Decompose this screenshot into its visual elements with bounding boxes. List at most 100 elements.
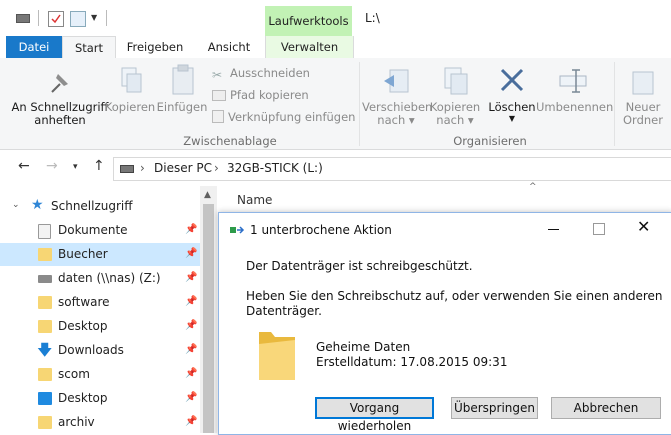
cut-button[interactable]: ✂ Ausschneiden <box>212 65 310 82</box>
path-icon <box>212 90 226 101</box>
nav-item-desktop-2[interactable]: Desktop 📌 <box>0 387 200 410</box>
recent-chevron-down-icon[interactable]: ▾ <box>73 162 78 172</box>
move-to-icon[interactable] <box>382 66 412 96</box>
folder-icon <box>255 326 299 384</box>
rename-icon[interactable] <box>558 66 588 94</box>
scroll-up-arrow-icon[interactable]: ▲ <box>204 190 211 200</box>
navigation-pane: ⌄ ★ Schnellzugriff Dokumente 📌 Buecher 📌… <box>0 186 200 433</box>
close-icon[interactable]: ✕ <box>637 217 650 236</box>
nav-item-label: archiv <box>58 415 95 429</box>
breadcrumb-separator: › <box>140 161 145 175</box>
dialog-instruction-2: Datenträger. <box>246 304 322 318</box>
network-drive-icon <box>38 275 52 283</box>
delete-dropdown-icon[interactable]: ▼ <box>486 112 538 125</box>
folder-icon <box>38 248 52 261</box>
nav-item-label: Downloads <box>58 343 124 357</box>
nav-item-buecher[interactable]: Buecher 📌 <box>0 243 200 266</box>
breadcrumb-this-pc[interactable]: Dieser PC <box>154 161 212 175</box>
forward-arrow-icon[interactable]: → <box>46 158 58 174</box>
copy-to-label-2-text: nach <box>436 113 465 127</box>
new-folder-icon[interactable] <box>70 11 86 27</box>
pin-icon[interactable] <box>44 66 76 98</box>
skip-button[interactable]: Überspringen <box>451 397 538 419</box>
nav-item-downloads[interactable]: 🡇 Downloads 📌 <box>0 339 200 362</box>
drive-icon <box>120 165 134 173</box>
download-arrow-icon: 🡇 <box>37 341 53 359</box>
column-name-header[interactable]: Name <box>237 193 272 207</box>
chevron-down-icon[interactable]: ⌄ <box>12 200 20 210</box>
up-arrow-icon[interactable]: ↑ <box>93 158 105 174</box>
paste-icon[interactable] <box>170 64 196 96</box>
copy-path-button[interactable]: Pfad kopieren <box>212 87 309 103</box>
pin-icon[interactable]: 📌 <box>185 416 197 427</box>
contextual-tab-label: Laufwerktools <box>268 14 349 28</box>
pin-icon[interactable]: 📌 <box>185 224 197 235</box>
paste-shortcut-button[interactable]: Verknüpfung einfügen <box>212 109 355 125</box>
nav-item-label: scom <box>58 367 90 381</box>
copy-progress-icon <box>229 223 245 237</box>
dialog-instruction: Heben Sie den Schreibschutz auf, oder ve… <box>246 289 663 303</box>
group-organize-label: Organisieren <box>453 134 527 148</box>
ribbon: An Schnellzugriff anheften Kopieren Einf… <box>0 58 671 150</box>
dialog-message: Der Datenträger ist schreibgeschützt. <box>246 259 473 273</box>
pin-icon[interactable]: 📌 <box>185 320 197 331</box>
move-to-label-2[interactable]: nach ▾ <box>362 114 430 127</box>
separator <box>38 10 39 26</box>
copy-to-icon[interactable] <box>441 66 471 96</box>
pin-quick-access-label-2[interactable]: anheften <box>10 114 110 127</box>
star-icon: ★ <box>31 197 44 213</box>
group-separator <box>614 62 615 146</box>
tab-freigeben[interactable]: Freigeben <box>120 36 190 58</box>
copy-label[interactable]: Kopieren <box>104 101 156 114</box>
tab-verwalten[interactable]: Verwalten <box>265 36 354 58</box>
address-box[interactable]: › Dieser PC › 32GB-STICK (L:) <box>113 157 671 181</box>
pin-icon[interactable]: 📌 <box>185 368 197 379</box>
nav-item-software[interactable]: software 📌 <box>0 291 200 314</box>
paste-label[interactable]: Einfügen <box>156 101 208 114</box>
breadcrumb-drive[interactable]: 32GB-STICK (L:) <box>227 161 323 175</box>
nav-item-label: Desktop <box>58 319 108 333</box>
paste-shortcut-label: Verknüpfung einfügen <box>228 110 356 124</box>
nav-item-archiv[interactable]: archiv 📌 <box>0 411 200 434</box>
nav-item-label: Desktop <box>58 391 108 405</box>
nav-item-desktop[interactable]: Desktop 📌 <box>0 315 200 338</box>
pin-icon[interactable]: 📌 <box>185 344 197 355</box>
contextual-tab-group: Laufwerktools <box>265 6 352 36</box>
retry-button[interactable]: Vorgang wiederholen <box>315 397 434 433</box>
pin-icon[interactable]: 📌 <box>185 296 197 307</box>
pin-icon[interactable]: 📌 <box>185 248 197 259</box>
group-clipboard-label: Zwischenablage <box>183 134 277 148</box>
chevron-down-icon[interactable]: ▼ <box>91 13 105 27</box>
back-arrow-icon[interactable]: ← <box>18 158 30 174</box>
copy-icon[interactable] <box>118 66 144 96</box>
folder-icon <box>38 368 52 381</box>
pin-icon[interactable]: 📌 <box>185 272 197 283</box>
scroll-thumb[interactable] <box>203 204 214 433</box>
shortcut-icon <box>212 110 224 123</box>
nav-quick-access[interactable]: ⌄ ★ Schnellzugriff <box>0 195 200 218</box>
separator <box>106 10 107 26</box>
nav-scrollbar[interactable]: ▲ <box>200 186 217 433</box>
cancel-button[interactable]: Abbrechen <box>551 397 661 419</box>
tab-datei[interactable]: Datei <box>6 36 62 58</box>
nav-item-daten[interactable]: daten (\\nas) (Z:) 📌 <box>0 267 200 290</box>
copy-to-label-2[interactable]: nach ▾ <box>426 114 484 127</box>
delete-icon[interactable] <box>498 66 526 94</box>
nav-item-label: Buecher <box>58 247 108 261</box>
rename-label[interactable]: Umbenennen <box>536 101 613 114</box>
desktop-icon <box>38 392 52 405</box>
breadcrumb-separator: › <box>214 161 219 175</box>
nav-item-dokumente[interactable]: Dokumente 📌 <box>0 219 200 242</box>
pin-icon[interactable]: 📌 <box>185 392 197 403</box>
nav-item-scom[interactable]: scom 📌 <box>0 363 200 386</box>
new-folder-icon[interactable] <box>630 66 654 96</box>
maximize-icon[interactable] <box>593 223 605 235</box>
column-header: ^ Name <box>217 182 671 210</box>
new-folder-label-2[interactable]: Ordner <box>620 114 666 127</box>
tab-ansicht[interactable]: Ansicht <box>196 36 262 58</box>
tab-start[interactable]: Start <box>62 36 116 60</box>
scissors-icon: ✂ <box>212 68 223 82</box>
properties-icon[interactable] <box>48 11 64 27</box>
minimize-icon[interactable] <box>548 229 559 230</box>
copy-path-label: Pfad kopieren <box>230 88 309 102</box>
